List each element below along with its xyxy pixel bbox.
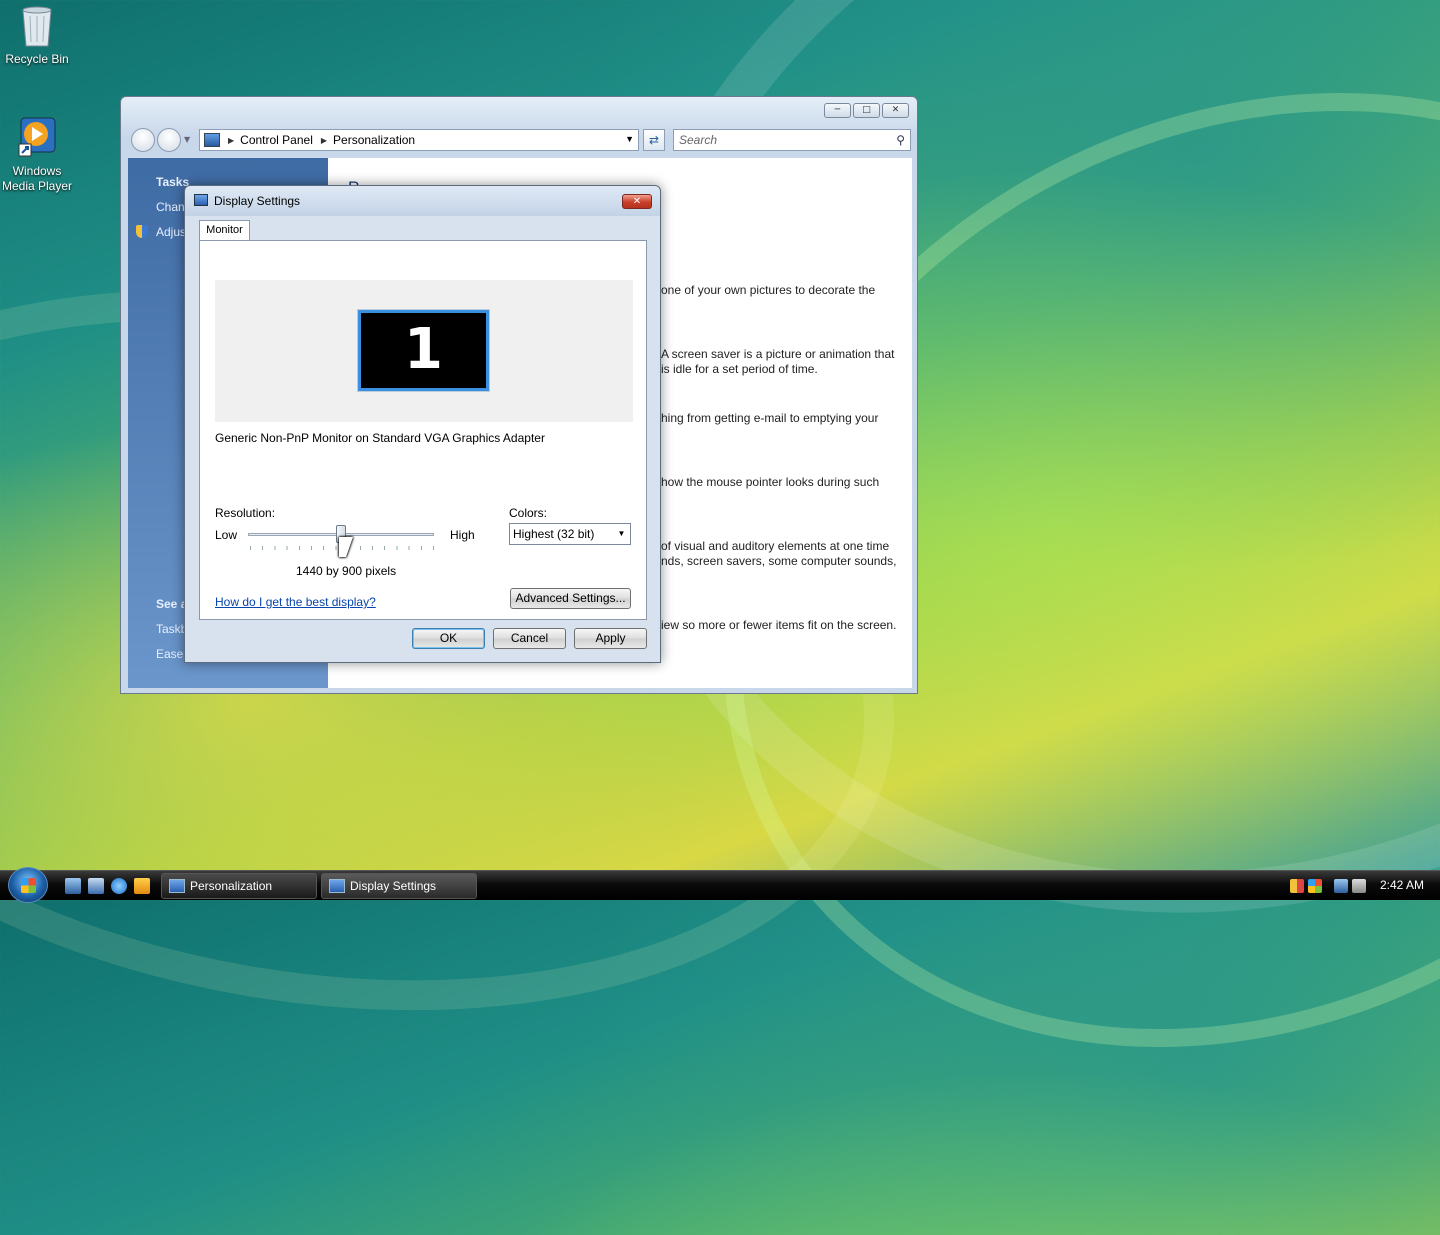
clock[interactable]: 2:42 AM xyxy=(1380,878,1424,892)
breadcrumb-separator-icon: ▶ xyxy=(320,135,328,145)
colors-select[interactable]: Highest (32 bit) ▼ xyxy=(509,523,631,545)
close-button[interactable]: ✕ xyxy=(882,103,909,118)
desktop-icon-label: Media Player xyxy=(1,179,73,193)
shield-icon xyxy=(136,225,148,238)
taskbar-item-personalization[interactable]: Personalization xyxy=(161,873,317,899)
windows-logo-icon xyxy=(21,878,36,893)
back-button[interactable] xyxy=(131,128,155,152)
colors-label: Colors: xyxy=(509,506,548,520)
taskbar-item-label: Display Settings xyxy=(350,879,437,893)
navigation-bar: ▼ ▶ Control Panel ▶ Personalization ▼ ⇄ … xyxy=(129,127,911,153)
media-player-quicklaunch-icon[interactable] xyxy=(134,878,150,894)
colors-selected-value: Highest (32 bit) xyxy=(513,527,595,541)
windows-flag-icon[interactable] xyxy=(1308,879,1322,893)
resolution-value: 1440 by 900 pixels xyxy=(296,564,397,578)
recent-pages-dropdown-icon[interactable]: ▼ xyxy=(184,135,190,144)
desktop-background-description: one of your own pictures to decorate the xyxy=(661,283,876,297)
screen-saver-description-2: is idle for a set period of time. xyxy=(661,362,818,376)
window-caption-buttons: ─ □ ✕ xyxy=(824,103,909,118)
see-also-header: See a xyxy=(156,597,188,611)
display-settings-dialog: Display Settings ✕ Monitor 1 Generic Non… xyxy=(184,185,661,663)
screen-saver-description-1: A screen saver is a picture or animation… xyxy=(661,347,895,361)
monitor-name: Generic Non-PnP Monitor on Standard VGA … xyxy=(215,431,545,445)
minimize-button[interactable]: ─ xyxy=(824,103,851,118)
see-also-link-ease[interactable]: Ease xyxy=(156,647,183,661)
theme-description-1: of visual and auditory elements at one t… xyxy=(661,539,890,553)
breadcrumb-control-panel[interactable]: Control Panel xyxy=(240,133,313,147)
desktop-icon-windows-media-player[interactable]: Windows Media Player xyxy=(0,116,76,194)
advanced-settings-button[interactable]: Advanced Settings... xyxy=(510,588,631,609)
taskbar-item-display-settings[interactable]: Display Settings xyxy=(321,873,477,899)
resolution-low-label: Low xyxy=(215,528,238,542)
address-dropdown-icon[interactable]: ▼ xyxy=(625,134,634,144)
monitor-preview-area: 1 xyxy=(215,280,633,422)
network-icon[interactable] xyxy=(1334,879,1348,893)
tab-monitor[interactable]: Monitor xyxy=(199,220,250,241)
refresh-button[interactable]: ⇄ xyxy=(643,129,665,151)
display-settings-icon xyxy=(329,879,345,893)
start-button[interactable] xyxy=(8,867,48,903)
search-placeholder: Search xyxy=(679,133,718,147)
internet-explorer-icon[interactable] xyxy=(111,878,127,894)
media-player-icon xyxy=(17,116,57,160)
cancel-button[interactable]: Cancel xyxy=(493,628,566,649)
task-link-adjust[interactable]: Adjus xyxy=(156,225,186,239)
desktop-icon-label: Recycle Bin xyxy=(5,52,69,66)
dialog-title: Display Settings xyxy=(214,194,301,208)
desktop-icon-recycle-bin[interactable]: Recycle Bin xyxy=(0,4,76,67)
control-panel-icon xyxy=(204,133,220,147)
switch-windows-icon[interactable] xyxy=(88,878,104,894)
taskbar-item-label: Personalization xyxy=(190,879,273,893)
task-link-change[interactable]: Chan xyxy=(156,200,185,214)
system-tray: 2:42 AM xyxy=(1280,871,1440,901)
display-settings-icon xyxy=(194,194,208,206)
search-icon[interactable]: ⚲ xyxy=(896,130,905,150)
font-size-description: iew so more or fewer items fit on the sc… xyxy=(661,618,897,632)
forward-button[interactable] xyxy=(157,128,181,152)
search-input[interactable]: Search ⚲ xyxy=(673,129,911,151)
apply-button[interactable]: Apply xyxy=(574,628,647,649)
monitor-1-preview[interactable]: 1 xyxy=(357,309,490,392)
breadcrumb-separator-icon: ▶ xyxy=(228,135,235,145)
desktop-icon-label: Windows xyxy=(12,164,62,178)
taskbar: Personalization Display Settings 2:42 AM xyxy=(0,867,1440,903)
best-display-help-link[interactable]: How do I get the best display? xyxy=(215,595,376,609)
monitor-tab-panel: 1 Generic Non-PnP Monitor on Standard VG… xyxy=(199,240,647,620)
volume-muted-icon[interactable] xyxy=(1352,879,1366,893)
breadcrumb-personalization[interactable]: Personalization xyxy=(333,133,415,147)
show-desktop-icon[interactable] xyxy=(65,878,81,894)
control-panel-icon xyxy=(169,879,185,893)
recycle-bin-icon xyxy=(17,4,57,48)
maximize-button[interactable]: □ xyxy=(853,103,880,118)
security-shield-icon[interactable] xyxy=(1290,879,1304,893)
mouse-cursor-icon xyxy=(339,537,353,557)
address-bar[interactable]: ▶ Control Panel ▶ Personalization ▼ xyxy=(199,129,639,151)
resolution-high-label: High xyxy=(450,528,475,542)
sounds-description: hing from getting e-mail to emptying you… xyxy=(661,411,879,425)
chevron-down-icon[interactable]: ▼ xyxy=(613,524,630,544)
see-also-link-taskbar[interactable]: Taskb xyxy=(156,622,187,636)
dialog-close-button[interactable]: ✕ xyxy=(622,194,652,209)
resolution-label: Resolution: xyxy=(215,506,276,520)
ok-button[interactable]: OK xyxy=(412,628,485,649)
mouse-pointers-description: how the mouse pointer looks during such xyxy=(661,475,880,489)
theme-description-2: nds, screen savers, some computer sounds… xyxy=(661,554,897,568)
